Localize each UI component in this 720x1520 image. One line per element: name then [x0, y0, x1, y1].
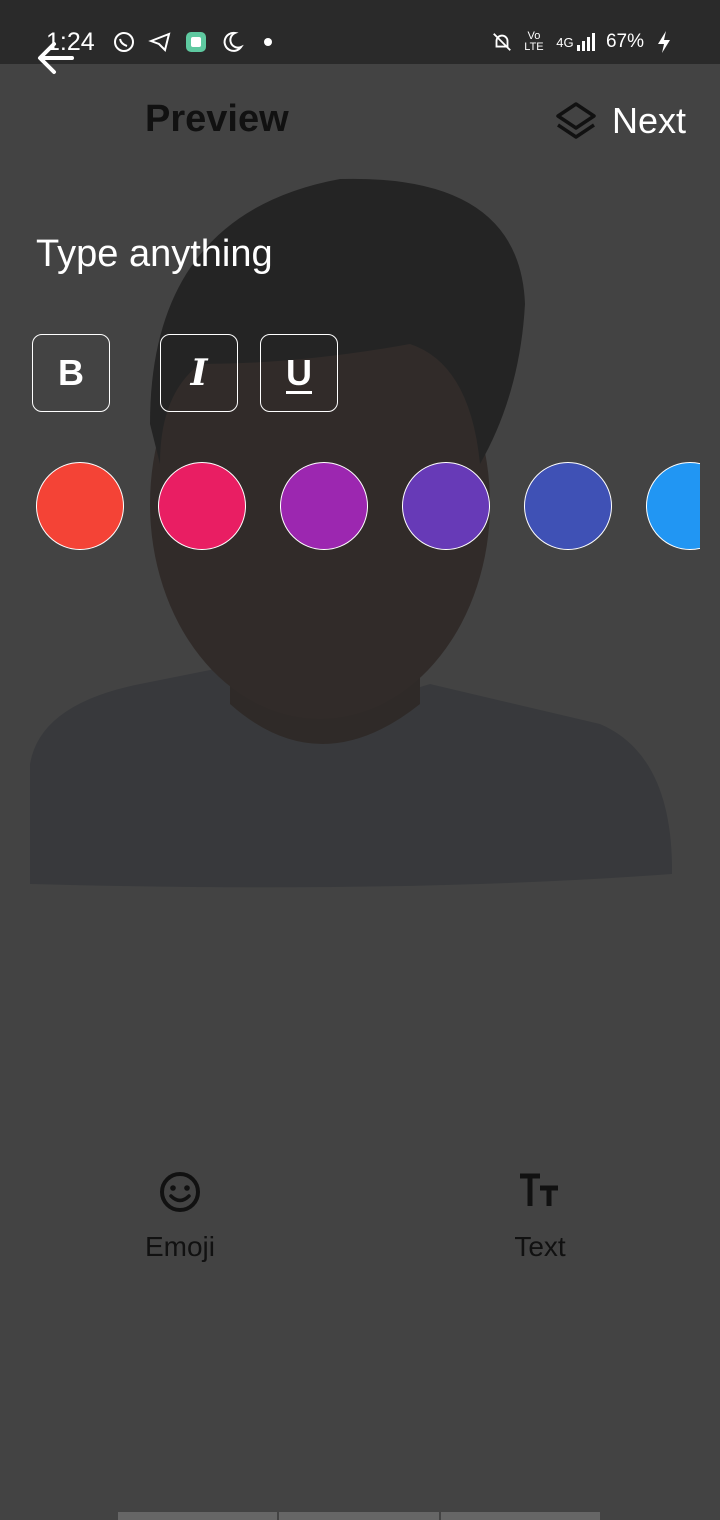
navigation-bar [118, 1512, 600, 1520]
bold-button[interactable]: B [32, 334, 110, 412]
network-label: 4G [556, 34, 574, 50]
text-input[interactable] [36, 226, 676, 282]
notification-icons [112, 30, 280, 54]
nav-segment [118, 1512, 278, 1520]
text-tool[interactable]: Text [470, 1168, 610, 1263]
system-icons: Vo LTE 4G 67% [490, 30, 676, 54]
layers-button[interactable] [552, 98, 600, 146]
arrow-left-icon [38, 42, 74, 74]
bold-label: B [58, 352, 84, 393]
emoji-label: Emoji [144, 1231, 215, 1262]
emoji-tool[interactable]: Emoji [110, 1168, 250, 1263]
battery-percent: 67% [605, 31, 644, 52]
moon-icon [220, 30, 244, 54]
underline-label: U [286, 352, 312, 393]
italic-button[interactable]: I [160, 334, 238, 412]
color-swatch-blue[interactable] [646, 462, 700, 550]
mute-bell-icon [490, 30, 514, 54]
volte-label: Vo LTE [524, 30, 544, 53]
color-swatch-red[interactable] [36, 462, 124, 550]
text-label: Text [514, 1231, 566, 1262]
smiley-icon [160, 1172, 200, 1212]
italic-label: I [190, 352, 208, 394]
app-icon [184, 30, 208, 54]
color-swatch-indigo[interactable] [524, 462, 612, 550]
volte-icon: Vo LTE [522, 30, 546, 54]
telegram-icon [148, 30, 172, 54]
next-button[interactable]: Next [612, 100, 686, 142]
layers-icon [556, 102, 596, 139]
nav-segment [440, 1512, 600, 1520]
status-bar: 1:24 Vo LTE 4G 67% [0, 0, 720, 64]
back-button[interactable] [32, 34, 80, 82]
color-swatch-purple[interactable] [280, 462, 368, 550]
dim-overlay [0, 64, 720, 1520]
dot-icon [256, 30, 280, 54]
underline-button[interactable]: U [260, 334, 338, 412]
text-size-icon [520, 1173, 558, 1206]
color-swatch-deep-purple[interactable] [402, 462, 490, 550]
charging-icon [652, 30, 676, 54]
nav-segment [279, 1512, 439, 1520]
color-swatch-pink[interactable] [158, 462, 246, 550]
page-title: Preview [145, 98, 289, 140]
signal-icon: 4G [554, 30, 598, 54]
whatsapp-icon [112, 30, 136, 54]
color-palette [36, 462, 700, 552]
